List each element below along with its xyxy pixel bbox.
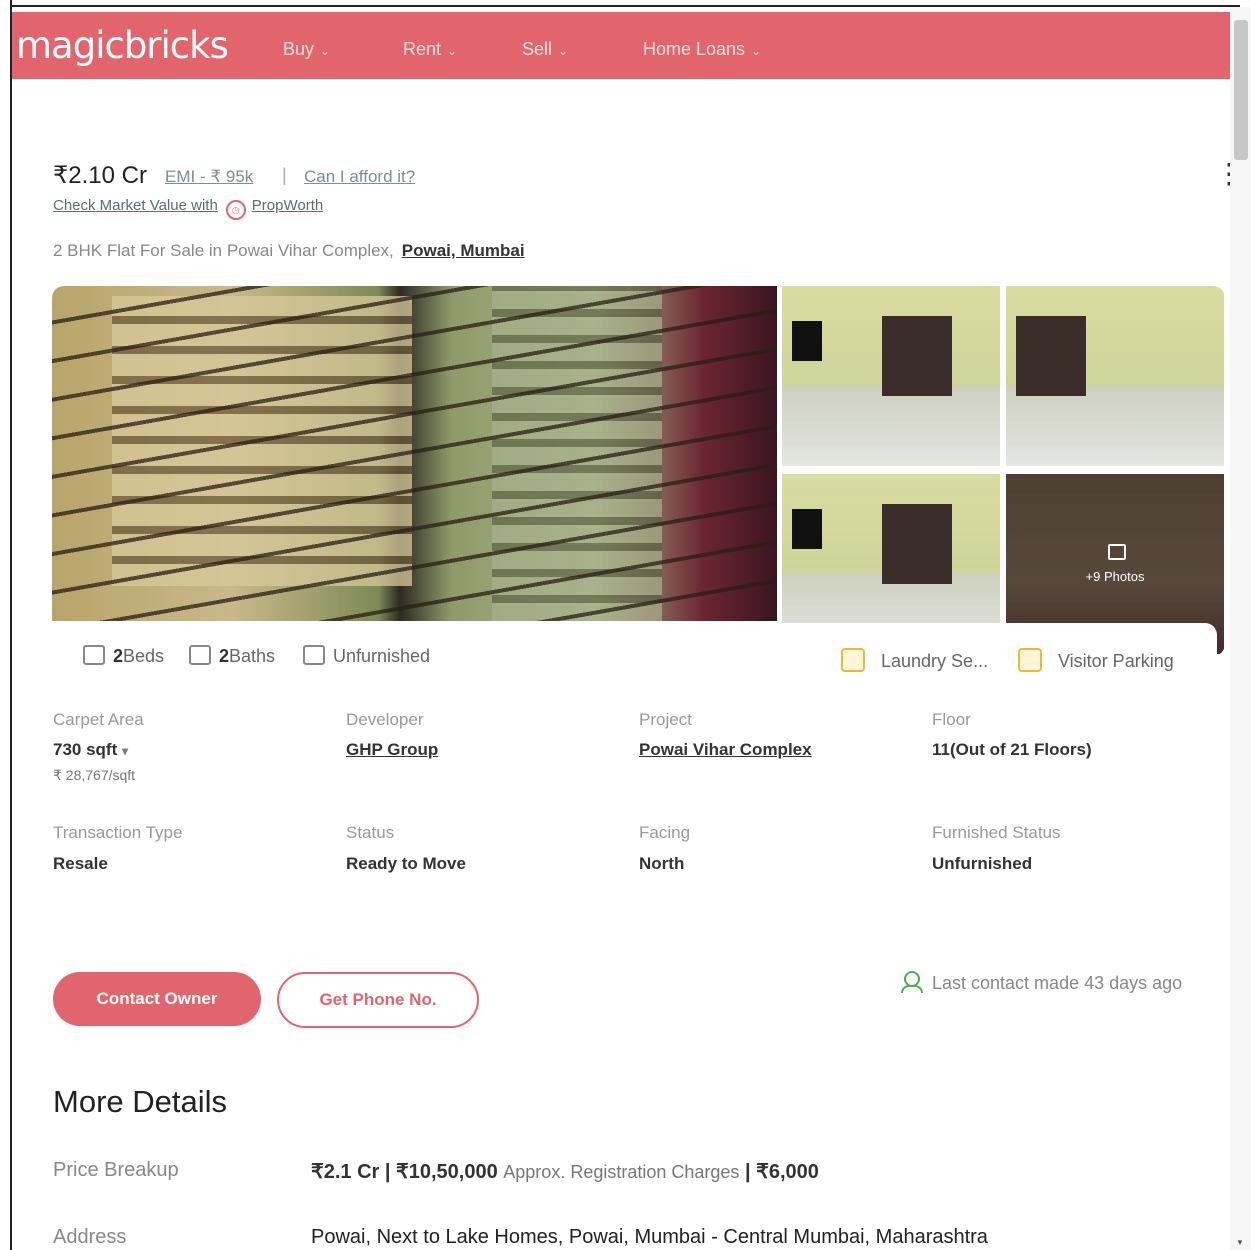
location-link[interactable]: Powai, Mumbai (402, 241, 525, 260)
project-link[interactable]: Powai Vihar Complex (639, 740, 812, 760)
market-value-link[interactable]: Check Market Value with (53, 197, 218, 214)
nav-home-loans-label: Home Loans (643, 39, 746, 59)
more-photos-label: +9 Photos (1085, 569, 1145, 584)
baths-label: Baths (229, 646, 276, 666)
thumbnail-photo[interactable] (782, 286, 1000, 466)
facing-value: North (639, 854, 685, 873)
thumbnail-photo-tv (792, 321, 822, 361)
thumbnail-photo-cabinet (882, 316, 952, 396)
developer-link[interactable]: GHP Group (346, 740, 438, 760)
scrollbar-thumb[interactable] (1234, 20, 1248, 160)
photo-gallery[interactable]: +9 Photos (52, 286, 1225, 656)
propworth-icon: ◷ (225, 200, 246, 220)
transaction-type-value: Resale (53, 854, 108, 873)
get-phone-button[interactable]: Get Phone No. (277, 972, 479, 1028)
address-value: Powai, Next to Lake Homes, Powai, Mumbai… (311, 1226, 988, 1248)
furnishing-icon (303, 645, 325, 665)
bath-icon (189, 645, 211, 665)
beds-feature: 2Beds (83, 645, 164, 667)
amenity-laundry: Laundry Se... (841, 648, 988, 672)
chevron-down-icon: ⌄ (320, 44, 331, 58)
transaction-type-label: Transaction Type (53, 823, 183, 842)
left-edge (0, 0, 12, 1250)
laundry-icon (841, 648, 865, 672)
developer-label: Developer (346, 710, 424, 729)
market-value-line[interactable]: Check Market Value with ◷ PropWorth (53, 197, 323, 220)
carpet-area-value[interactable]: 730 sqft ▾ (53, 740, 128, 760)
price-breakup-label: Price Breakup (53, 1159, 179, 1181)
nav-sell[interactable]: Sell ⌄ (522, 39, 568, 60)
registration-charges-label: Approx. Registration Charges (503, 1162, 740, 1182)
scrollbar[interactable] (1230, 7, 1251, 1250)
carpet-area-text: 730 sqft (53, 740, 118, 759)
nav-buy-label: Buy (283, 39, 315, 59)
separator: | (282, 165, 287, 185)
baths-count: 2 (219, 646, 230, 666)
logo[interactable]: magicbricks (16, 24, 229, 67)
beds-count: 2 (113, 646, 124, 666)
afford-link[interactable]: Can I afford it? (304, 167, 415, 187)
emi-link[interactable]: EMI - ₹ 95k (165, 167, 253, 187)
furnished-status-label: Furnished Status (932, 823, 1061, 842)
window-bars-graphic (52, 286, 777, 621)
listing-title-text: 2 BHK Flat For Sale in Powai Vihar Compl… (53, 241, 394, 260)
baths-feature: 2Baths (189, 645, 275, 667)
furnished-status-value: Unfurnished (932, 854, 1033, 873)
nav-home-loans[interactable]: Home Loans ⌄ (643, 39, 761, 60)
amenity-visitor-parking: Visitor Parking (1018, 648, 1174, 672)
beds-label: Beds (123, 646, 165, 666)
chevron-down-icon: ⌄ (558, 44, 569, 58)
contact-owner-button[interactable]: Contact Owner (53, 972, 261, 1026)
photos-icon (1108, 544, 1126, 560)
project-label: Project (639, 710, 692, 729)
main-photo[interactable] (52, 286, 777, 621)
last-contact-info: Last contact made 43 days ago (901, 971, 1183, 994)
last-contact-text: Last contact made 43 days ago (932, 973, 1183, 993)
nav-sell-label: Sell (522, 39, 553, 59)
address-label: Address (53, 1226, 127, 1248)
registration-charges-amount: | ₹6,000 (744, 1161, 819, 1183)
scroll-down-icon[interactable]: ▼ (1236, 1238, 1244, 1247)
header: magicbricks Buy ⌄ Rent ⌄ Sell ⌄ Home Loans ⌄ (12, 12, 1230, 79)
floor-value: 11(Out of 21 Floors) (932, 740, 1092, 759)
bed-icon (83, 645, 105, 665)
nav-rent[interactable]: Rent ⌄ (403, 39, 457, 60)
status-label: Status (346, 823, 395, 842)
price: ₹2.10 Cr (53, 162, 147, 189)
price-breakup-value: ₹2.1 Cr | ₹10,50,000 Approx. Registratio… (311, 1159, 819, 1184)
chevron-down-icon: ⌄ (447, 44, 458, 58)
carpet-area-label: Carpet Area (53, 710, 144, 729)
price-breakup-amount: ₹2.1 Cr | ₹10,50,000 (311, 1161, 498, 1183)
more-details-heading: More Details (53, 1084, 227, 1119)
thumbnail-photo-tv (792, 509, 822, 549)
page: magicbricks Buy ⌄ Rent ⌄ Sell ⌄ Home Loans ⌄… (12, 7, 1230, 1250)
propworth-link[interactable]: PropWorth (252, 197, 323, 214)
amenity-parking-label: Visitor Parking (1058, 651, 1174, 671)
thumbnail-photo-cabinet (882, 504, 952, 584)
furnishing-label: Unfurnished (333, 646, 431, 666)
chevron-down-icon: ▾ (121, 744, 129, 758)
floor-label: Floor (932, 710, 971, 729)
facing-label: Facing (639, 823, 691, 842)
thumbnail-photo[interactable] (1006, 286, 1224, 466)
nav-buy[interactable]: Buy ⌄ (283, 39, 330, 60)
amenity-laundry-label: Laundry Se... (881, 651, 989, 671)
chevron-down-icon: ⌄ (751, 44, 762, 58)
more-options-icon[interactable]: ⋮ (1215, 157, 1230, 190)
furnishing-feature: Unfurnished (303, 645, 430, 667)
person-icon (901, 971, 923, 993)
nav-rent-label: Rent (403, 39, 442, 59)
parking-icon (1018, 648, 1042, 672)
status-value: Ready to Move (346, 854, 466, 873)
thumbnail-photo-cabinet (1016, 316, 1086, 396)
listing-title: 2 BHK Flat For Sale in Powai Vihar Compl… (53, 241, 525, 261)
price-per-sqft: ₹ 28,767/sqft (53, 767, 136, 783)
